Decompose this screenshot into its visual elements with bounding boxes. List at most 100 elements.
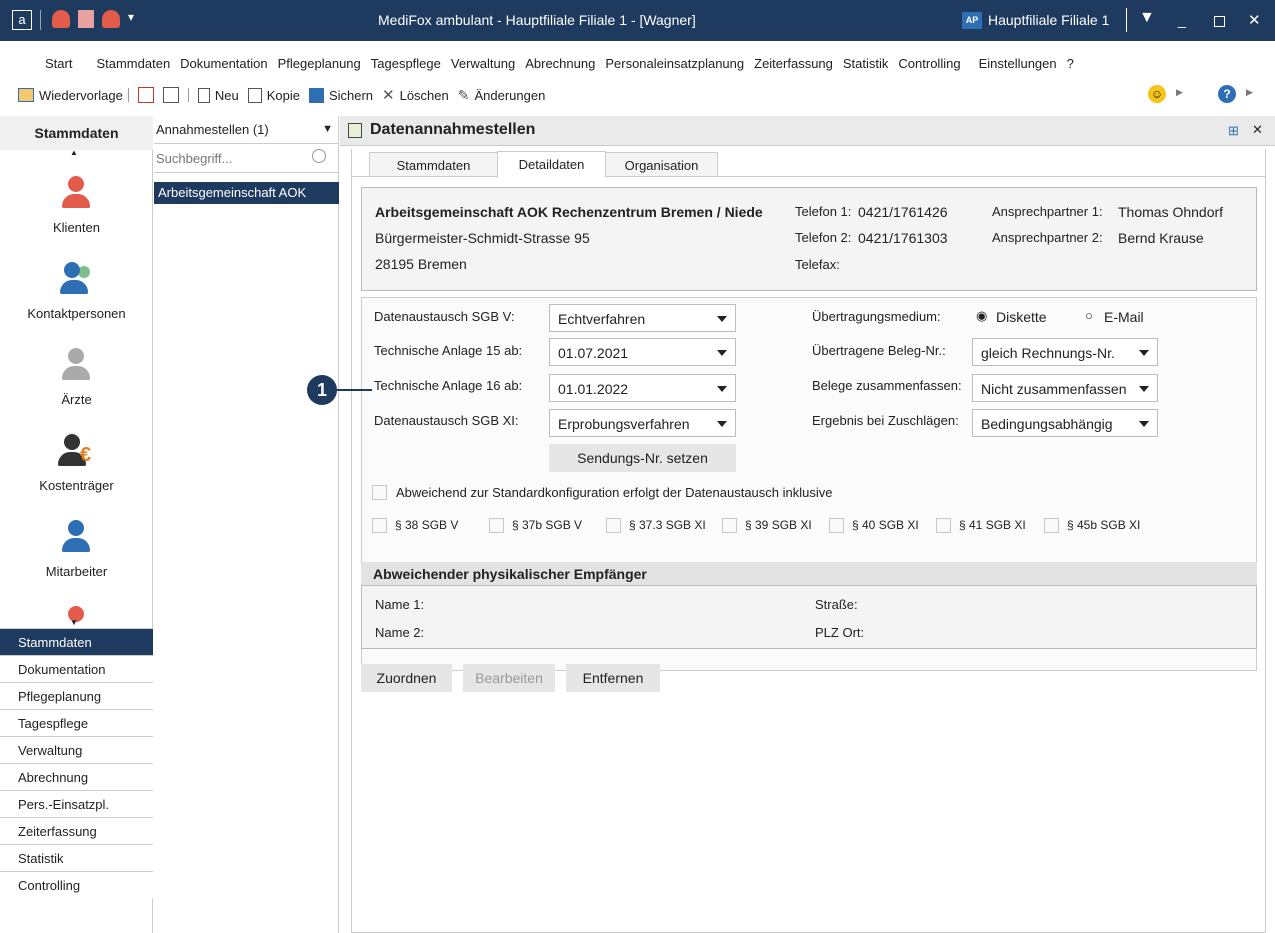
ta16-select[interactable]: 01.01.2022 [549, 374, 736, 402]
chevron-down-icon[interactable] [1139, 386, 1149, 392]
telephone2: 0421/1761303 [858, 230, 948, 246]
menu-start[interactable]: Start [45, 56, 72, 71]
chevron-down-icon[interactable] [1139, 350, 1149, 356]
p37b-checkbox[interactable] [489, 518, 504, 533]
panel-header: Datenannahmestellen ⊞ ✕ [340, 116, 1275, 146]
chevron-down-icon[interactable] [717, 421, 727, 427]
module-controlling[interactable]: Controlling [0, 871, 153, 898]
edit-button[interactable]: Bearbeiten [463, 664, 555, 692]
menu-einstellungen[interactable]: Einstellungen [979, 56, 1057, 71]
list-item[interactable]: Arbeitsgemeinschaft AOK [154, 182, 339, 204]
branch-label[interactable]: Hauptfiliale Filiale 1 [988, 12, 1109, 28]
p45b-checkbox[interactable] [1044, 518, 1059, 533]
help-dropdown-icon[interactable]: ▶ [1246, 87, 1253, 98]
module-stammdaten[interactable]: Stammdaten [0, 628, 153, 655]
delete-button[interactable]: Löschen [400, 88, 449, 103]
menu-abrechnung[interactable]: Abrechnung [525, 56, 595, 71]
wiedervorlage-button[interactable]: Wiedervorlage [39, 88, 123, 103]
client-icon[interactable] [52, 10, 70, 28]
abweichend-checkbox[interactable] [372, 485, 387, 500]
chevron-down-icon[interactable] [1139, 421, 1149, 427]
new-button[interactable]: Neu [215, 88, 239, 103]
module-abrechnung[interactable]: Abrechnung [0, 763, 153, 790]
p41-checkbox[interactable] [936, 518, 951, 533]
search-icon[interactable] [312, 149, 326, 163]
changes-button[interactable]: Änderungen [474, 88, 545, 103]
module-statistik[interactable]: Statistik [0, 844, 153, 871]
list-selector[interactable]: Annahmestellen (1) ▼ [154, 116, 339, 144]
menu-zeiterfassung[interactable]: Zeiterfassung [754, 56, 833, 71]
employee-icon[interactable] [58, 520, 94, 556]
chevron-down-icon[interactable] [717, 316, 727, 322]
nav-item-aerzte[interactable]: Ärzte [0, 392, 153, 407]
minimize-icon[interactable]: _ [1178, 12, 1186, 28]
module-pers-einsatzpl[interactable]: Pers.-Einsatzpl. [0, 790, 153, 817]
assign-button[interactable]: Zuordnen [361, 664, 452, 692]
ta15-label: Technische Anlage 15 ab: [374, 343, 523, 358]
import-icon[interactable] [137, 87, 154, 103]
cost-bearer-icon[interactable]: € [58, 434, 94, 470]
nav-item-kontaktpersonen[interactable]: Kontaktpersonen [0, 306, 153, 321]
maximize-icon[interactable] [1214, 16, 1225, 27]
chevron-down-icon[interactable] [717, 350, 727, 356]
chevron-down-icon[interactable] [717, 386, 727, 392]
p373-checkbox[interactable] [606, 518, 621, 533]
nav-item-klienten[interactable]: Klienten [0, 220, 153, 235]
p39-checkbox[interactable] [722, 518, 737, 533]
doctor-icon[interactable] [58, 348, 94, 384]
remove-button[interactable]: Entfernen [566, 664, 660, 692]
tab-organisation[interactable]: Organisation [605, 152, 718, 177]
save-button[interactable]: Sichern [329, 88, 373, 103]
pin-icon[interactable]: ⊞ [1228, 123, 1239, 139]
contact-persons-icon[interactable] [58, 262, 94, 298]
export-icon[interactable] [162, 87, 179, 103]
close-icon[interactable]: ✕ [1248, 11, 1261, 29]
module-zeiterfassung[interactable]: Zeiterfassung [0, 817, 153, 844]
menu-verwaltung[interactable]: Verwaltung [451, 56, 515, 71]
module-pflegeplanung[interactable]: Pflegeplanung [0, 682, 153, 709]
module-verwaltung[interactable]: Verwaltung [0, 736, 153, 763]
nav-item-kostentraeger[interactable]: Kostenträger [0, 478, 153, 493]
smiley-dropdown-icon[interactable]: ▶ [1176, 87, 1183, 98]
tab-stammdaten[interactable]: Stammdaten [369, 152, 498, 177]
document-icon[interactable] [78, 10, 94, 28]
zuschlaege-value: Bedingungsabhängig [981, 416, 1113, 432]
zuschlaege-select[interactable]: Bedingungsabhängig [972, 409, 1158, 437]
copy-button[interactable]: Kopie [267, 88, 300, 103]
list-pane: Annahmestellen (1) ▼ Suchbegriff... Arbe… [154, 116, 339, 933]
name2-label: Name 2: [375, 625, 425, 640]
menu-stammdaten[interactable]: Stammdaten [96, 56, 170, 71]
sendungs-nr-button[interactable]: Sendungs-Nr. setzen [549, 444, 736, 472]
beleg-select[interactable]: gleich Rechnungs-Nr. [972, 338, 1158, 366]
search-input[interactable]: Suchbegriff... [154, 145, 339, 173]
help-icon[interactable]: ? [1218, 85, 1236, 103]
menu-tagespflege[interactable]: Tagespflege [371, 56, 441, 71]
panel-close-icon[interactable]: ✕ [1252, 122, 1263, 138]
zusammenfassen-select[interactable]: Nicht zusammenfassen [972, 374, 1158, 402]
ta15-select[interactable]: 01.07.2021 [549, 338, 736, 366]
menu-personaleinsatzplanung[interactable]: Personaleinsatzplanung [605, 56, 744, 71]
nav-item-mitarbeiter[interactable]: Mitarbeiter [0, 564, 153, 579]
sgb5-select[interactable]: Echtverfahren [549, 304, 736, 332]
menu-dokumentation[interactable]: Dokumentation [180, 56, 267, 71]
person-add-icon[interactable] [102, 10, 120, 28]
scroll-down-icon[interactable]: ▼ [70, 618, 78, 627]
radio-email[interactable]: ○ [1085, 308, 1093, 323]
sgb11-select[interactable]: Erprobungsverfahren [549, 409, 736, 437]
menu-statistik[interactable]: Statistik [843, 56, 889, 71]
p40-checkbox[interactable] [829, 518, 844, 533]
tab-detaildaten[interactable]: Detaildaten [497, 151, 606, 178]
filter-icon[interactable]: ▼ [1139, 9, 1155, 27]
client-icon[interactable] [58, 176, 94, 212]
menu-pflegeplanung[interactable]: Pflegeplanung [278, 56, 361, 71]
p38-checkbox[interactable] [372, 518, 387, 533]
module-tagespflege[interactable]: Tagespflege [0, 709, 153, 736]
module-dokumentation[interactable]: Dokumentation [0, 655, 153, 682]
smiley-icon[interactable]: ☺ [1148, 85, 1166, 103]
radio-diskette[interactable]: ◉ [976, 308, 987, 324]
customize-icon[interactable]: ▾ [128, 10, 134, 28]
menu-help[interactable]: ? [1067, 56, 1074, 71]
chevron-down-icon[interactable]: ▼ [322, 123, 333, 135]
menu-controlling[interactable]: Controlling [898, 56, 960, 71]
app-icon[interactable]: a [12, 10, 32, 30]
